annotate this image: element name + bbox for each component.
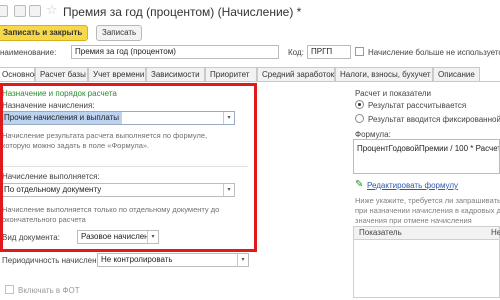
tab-time[interactable]: Учет времени: [88, 67, 146, 82]
back-icon[interactable]: [14, 5, 26, 17]
formula-label: Формула:: [355, 130, 391, 139]
unused-checkbox[interactable]: [355, 47, 364, 56]
edit-formula-link[interactable]: Редактировать формулу: [367, 181, 458, 190]
fot-checkbox[interactable]: [5, 285, 14, 294]
tab-strip: Основное Расчет базы Учет времени Зависи…: [0, 67, 500, 82]
tab-base[interactable]: Расчет базы: [35, 67, 88, 82]
periodicity-select[interactable]: Не контролировать ▾: [97, 253, 249, 267]
result-fixed-radio[interactable]: [355, 114, 364, 123]
indicator-column-header[interactable]: Показатель: [359, 228, 402, 237]
save-button[interactable]: Записать: [96, 25, 143, 41]
result-fixed-label: Результат вводится фиксированной су: [368, 115, 500, 124]
tab-divider: [0, 81, 500, 82]
result-calculated-label: Результат рассчитывается: [368, 101, 467, 110]
result-calculated-radio[interactable]: [355, 100, 364, 109]
chevron-down-icon[interactable]: ▾: [237, 254, 248, 266]
periodicity-label: Периодичность начисления:: [2, 256, 108, 265]
code-input[interactable]: ПРГП: [307, 45, 351, 59]
pencil-icon: ✎: [355, 179, 364, 190]
tab-taxes[interactable]: Налоги, взносы, бухучет: [335, 67, 433, 82]
fot-label: Включать в ФОТ: [18, 286, 80, 295]
tab-priority[interactable]: Приоритет: [205, 67, 257, 82]
save-and-close-button[interactable]: Записать и закрыть: [0, 25, 89, 41]
indicator-column-2-header[interactable]: Не: [491, 227, 500, 239]
tab-dependencies[interactable]: Зависимости: [146, 67, 205, 82]
tab-avg-earnings[interactable]: Средний заработок: [257, 67, 335, 82]
hint-line-3: значения при отмене начисления: [355, 216, 472, 225]
window-titlebar: ☆ Премия за год (процентом) (Начисление)…: [0, 0, 500, 23]
hint-line-1: Ниже укажите, требуется ли запрашивать: [355, 196, 500, 205]
highlight-box: [0, 83, 257, 252]
unused-label: Начисление больше не используется: [368, 48, 500, 57]
star-icon[interactable]: ☆: [46, 3, 58, 17]
indicators-table-header: Показатель Не: [353, 226, 500, 240]
window-title: Премия за год (процентом) (Начисление) *: [63, 5, 302, 19]
name-input[interactable]: Премия за год (процентом): [71, 45, 279, 59]
calc-section-title: Расчет и показатели: [355, 89, 432, 98]
tab-description[interactable]: Описание: [433, 67, 480, 82]
formula-input[interactable]: ПроцентГодовойПремии / 100 * Расчетна: [353, 139, 500, 174]
forward-icon[interactable]: [29, 5, 41, 17]
name-label: наименование:: [0, 48, 57, 57]
tab-main[interactable]: Основное: [0, 67, 39, 82]
periodicity-select-value: Не контролировать: [101, 255, 173, 264]
hint-line-2: при назначении начисления в кадровых д: [355, 206, 500, 215]
code-label: Код:: [288, 48, 304, 57]
indicators-table[interactable]: Показатель Не: [353, 226, 500, 298]
menu-icon[interactable]: [0, 5, 8, 17]
